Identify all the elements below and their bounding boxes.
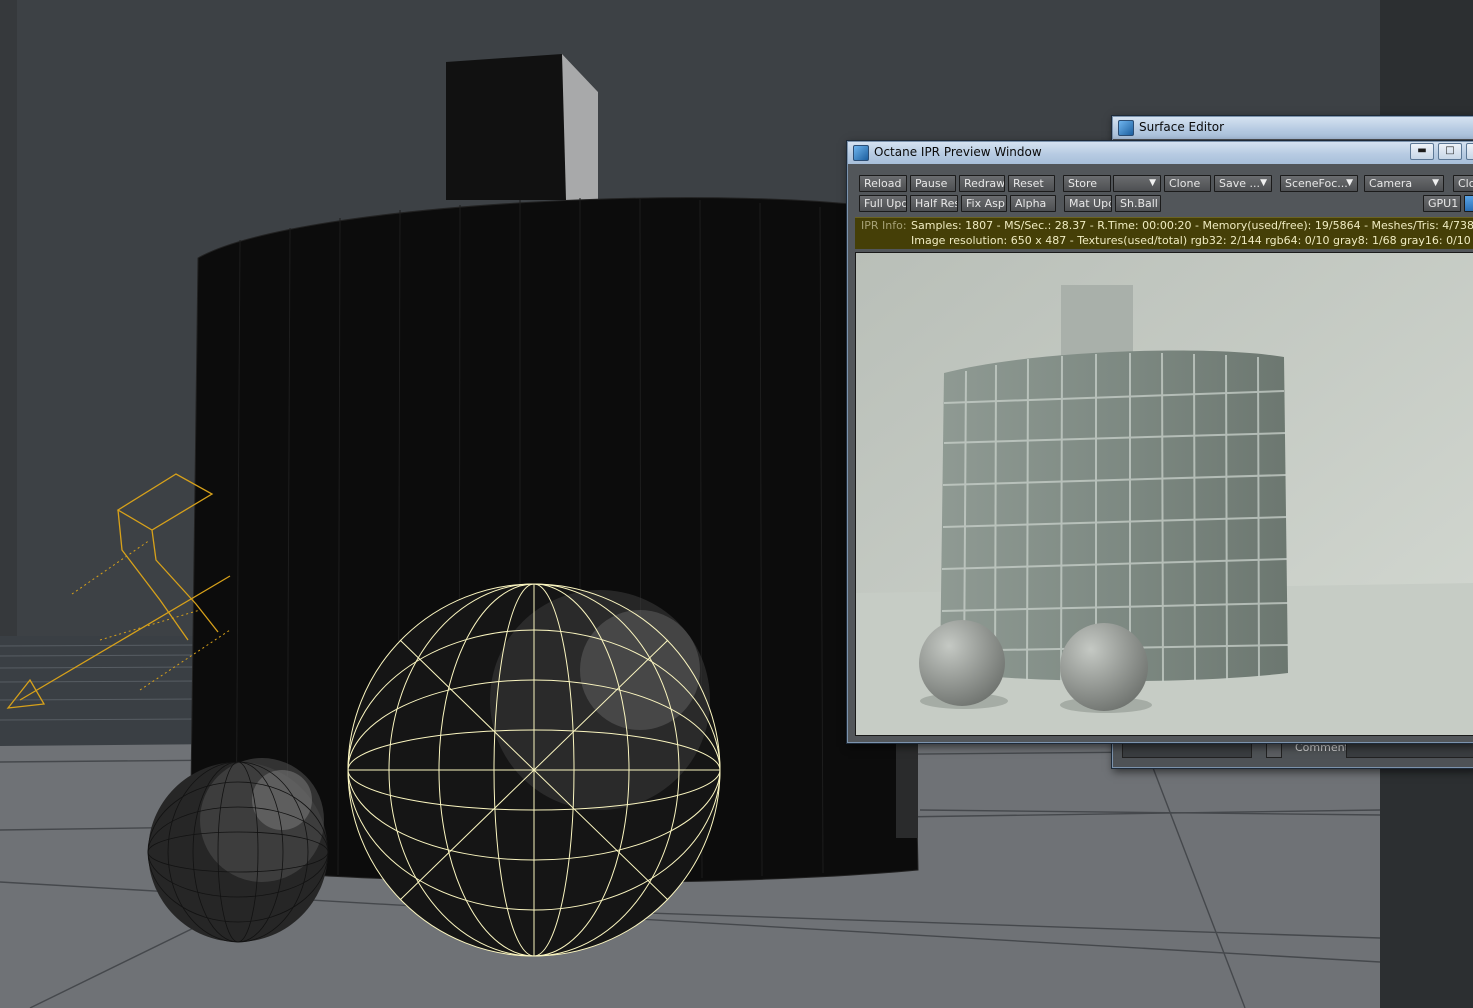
reload-button[interactable]: Reload — [859, 175, 907, 192]
shadow-ball-toggle[interactable]: Sh.Ball — [1115, 195, 1161, 212]
ipr-title: Octane IPR Preview Window — [874, 145, 1042, 159]
chevron-down-icon: ▼ — [1260, 178, 1267, 188]
scene-focus-label: SceneFoc... — [1285, 177, 1348, 190]
mat-update-toggle[interactable]: Mat Upd — [1064, 195, 1112, 212]
ipr-info-label: IPR Info: — [861, 219, 907, 232]
clone-button[interactable]: Clone — [1164, 175, 1211, 192]
octane-ipr-window[interactable]: Octane IPR Preview Window ▬ □ Reload Pau… — [846, 140, 1473, 744]
save-label: Save ... — [1219, 177, 1260, 190]
surface-editor-title: Surface Editor — [1139, 120, 1225, 134]
render-ball-right — [1060, 623, 1148, 711]
pause-button[interactable]: Pause — [910, 175, 956, 192]
ipr-info-bar: IPR Info: Samples: 1807 - MS/Sec.: 28.37… — [855, 217, 1473, 249]
reset-button[interactable]: Reset — [1008, 175, 1055, 192]
fix-aspect-toggle[interactable]: Fix Asp. — [961, 195, 1007, 212]
gpu-active-indicator[interactable] — [1464, 195, 1473, 212]
gpu-selector[interactable]: GPU1 — [1423, 195, 1461, 212]
close-window-icon[interactable] — [1466, 143, 1473, 160]
minimize-icon[interactable]: ▬ — [1410, 143, 1434, 160]
ipr-resolution-line: Image resolution: 650 x 487 - Textures(u… — [911, 234, 1471, 247]
selected-wireframe-sphere — [347, 583, 721, 957]
maximize-icon[interactable]: □ — [1438, 143, 1462, 160]
store-slot-dropdown[interactable]: ▼ — [1113, 175, 1161, 192]
surface-editor-app-icon — [1118, 120, 1134, 136]
camera-dropdown[interactable]: Camera ▼ — [1364, 175, 1444, 192]
save-dropdown[interactable]: Save ... ▼ — [1214, 175, 1272, 192]
store-button[interactable]: Store — [1063, 175, 1111, 192]
redraw-button[interactable]: Redraw — [959, 175, 1005, 192]
close-ipr-button[interactable]: Clo — [1453, 175, 1473, 192]
alpha-toggle[interactable]: Alpha — [1010, 195, 1056, 212]
chevron-down-icon: ▼ — [1346, 178, 1353, 188]
full-update-toggle[interactable]: Full Upd. — [859, 195, 907, 212]
ipr-toolbar: Reload Pause Redraw Reset Store ▼ Clone … — [857, 173, 1473, 215]
ipr-stats-line: Samples: 1807 - MS/Sec.: 28.37 - R.Time:… — [911, 219, 1473, 232]
camera-label: Camera — [1369, 177, 1413, 190]
surface-editor-titlebar[interactable]: Surface Editor — [1113, 117, 1473, 139]
ipr-app-icon — [853, 145, 869, 161]
half-res-toggle[interactable]: Half Res — [910, 195, 958, 212]
scene-focus-dropdown[interactable]: SceneFoc... ▼ — [1280, 175, 1358, 192]
ipr-titlebar[interactable]: Octane IPR Preview Window ▬ □ — [848, 142, 1473, 164]
chevron-down-icon: ▼ — [1432, 178, 1439, 188]
render-ball-left — [919, 620, 1005, 706]
chevron-down-icon: ▼ — [1149, 178, 1156, 188]
ipr-render-preview[interactable] — [855, 252, 1473, 736]
